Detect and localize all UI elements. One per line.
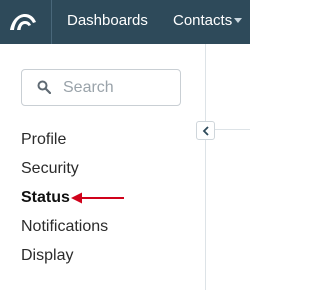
- nav-contacts[interactable]: Contacts: [173, 12, 232, 30]
- logo-divider: [51, 0, 52, 44]
- chevron-left-icon: [202, 126, 209, 136]
- sidebar-item-security[interactable]: Security: [21, 160, 79, 178]
- top-navigation-bar: Dashboards Contacts: [0, 0, 250, 44]
- collapse-sidebar-button[interactable]: [196, 121, 215, 140]
- sidebar-item-status[interactable]: Status: [21, 189, 70, 207]
- nav-dashboards[interactable]: Dashboards: [67, 12, 148, 30]
- sidebar-item-profile[interactable]: Profile: [21, 131, 66, 149]
- app-logo-icon[interactable]: [8, 10, 38, 32]
- sidebar-item-notifications[interactable]: Notifications: [21, 218, 108, 236]
- search-input[interactable]: Search: [21, 69, 181, 106]
- content-divider: [215, 129, 250, 130]
- red-arrow-icon: [71, 192, 124, 204]
- chevron-down-icon[interactable]: [234, 18, 242, 23]
- sidebar-divider: [205, 44, 206, 290]
- search-placeholder: Search: [63, 79, 114, 96]
- search-icon: [37, 80, 51, 94]
- sidebar-item-display[interactable]: Display: [21, 247, 73, 265]
